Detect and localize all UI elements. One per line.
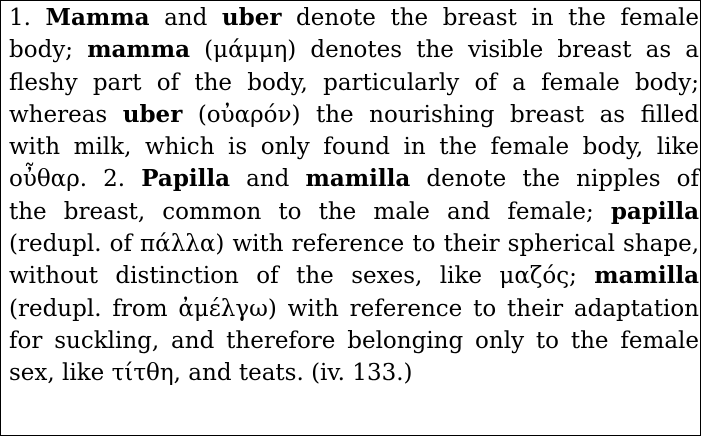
text-run: fleshy part of the body, particularly of…: [9, 69, 699, 96]
text-line: (redupl. from ἀμέλγω) with reference to …: [9, 293, 699, 325]
text-run: (οὐαρόν) the nourishing breast as filled: [182, 101, 700, 128]
text-run: denote the nipples of: [410, 166, 699, 193]
text-line: body; mamma (μάμμη) denotes the visible …: [9, 34, 699, 66]
headword: Mamma: [45, 4, 150, 31]
text-line: the breast, common to the male and femal…: [9, 196, 699, 228]
headword: Papilla: [141, 165, 231, 193]
text-line: without distinction of the sexes, like μ…: [9, 260, 699, 292]
text-run: οὖθαρ. 2.: [9, 166, 142, 193]
entry-paragraph: 1. Mamma and uber denote the breast in t…: [9, 2, 699, 390]
text-run: body;: [9, 37, 88, 64]
text-line: (redupl. of πάλλα) with reference to the…: [9, 228, 699, 260]
text-run: (redupl. from ἀμέλγω) with reference to …: [9, 295, 699, 322]
text-run: denote the breast in the female: [281, 5, 700, 31]
text-frame: 1. Mamma and uber denote the breast in t…: [0, 0, 701, 436]
text-run: for suckling, and therefore belonging on…: [9, 327, 699, 354]
text-run: and: [230, 166, 306, 193]
text-line: for suckling, and therefore belonging on…: [9, 325, 699, 357]
text-run: 1.: [9, 5, 46, 31]
headword: uber: [221, 4, 282, 31]
headword: mamilla: [305, 165, 411, 193]
text-line: fleshy part of the body, particularly of…: [9, 67, 699, 99]
text-run: and: [149, 5, 222, 31]
text-run: whereas: [9, 101, 123, 128]
text-line: whereas uber (οὐαρόν) the nourishing bre…: [9, 99, 699, 131]
text-line: with milk, which is only found in the fe…: [9, 131, 699, 163]
headword: mamma: [87, 36, 191, 64]
headword: uber: [122, 100, 183, 128]
headword: mamilla: [594, 262, 699, 290]
text-run: (redupl. of πάλλα) with reference to the…: [9, 231, 699, 258]
text-run: sex, like τίτθη, and teats. (iv. 133.): [9, 360, 413, 387]
text-run: without distinction of the sexes, like μ…: [9, 263, 595, 290]
text-run: the breast, common to the male and femal…: [9, 198, 611, 225]
text-line: οὖθαρ. 2. Papilla and mamilla denote the…: [9, 163, 699, 195]
text-run: (μάμμη) denotes the visible breast as a: [190, 37, 699, 64]
text-line: 1. Mamma and uber denote the breast in t…: [9, 2, 699, 34]
headword: papilla: [610, 197, 699, 225]
text-line: sex, like τίτθη, and teats. (iv. 133.): [9, 357, 699, 389]
text-run: with milk, which is only found in the fe…: [9, 134, 699, 161]
